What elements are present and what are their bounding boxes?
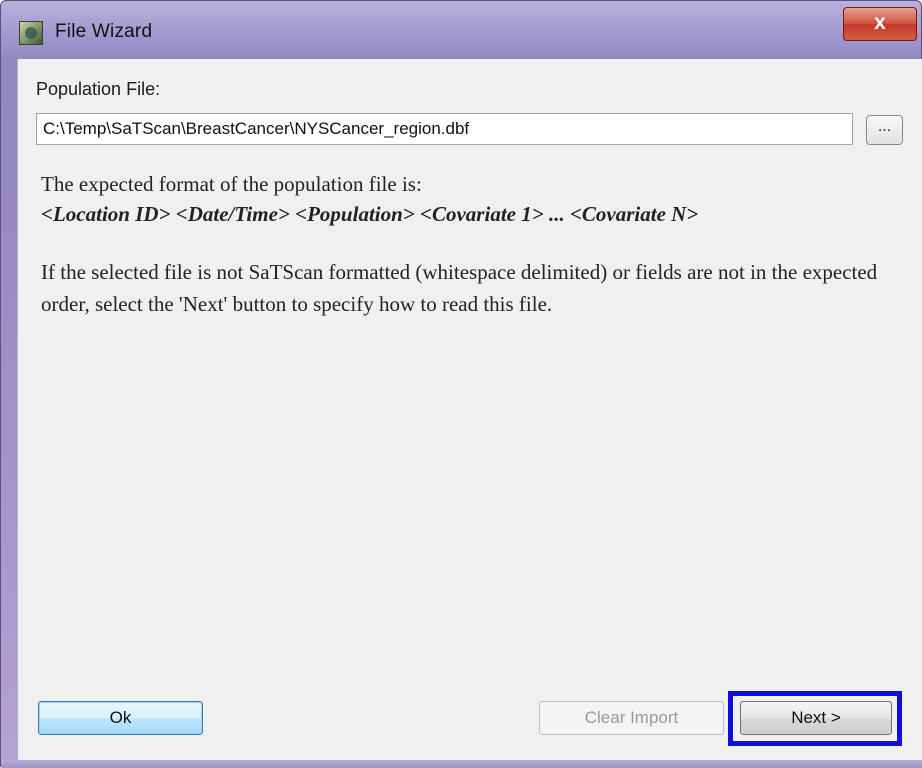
ok-button[interactable]: Ok: [38, 701, 203, 735]
expected-format-text: The expected format of the population fi…: [41, 169, 901, 229]
dialog-body: Population File: ... The expected format…: [17, 59, 922, 760]
population-file-input[interactable]: [36, 113, 853, 145]
format-spec: <Location ID> <Date/Time> <Population> <…: [41, 202, 699, 226]
population-file-label: Population File:: [36, 79, 161, 99]
file-wizard-window: File Wizard x Population File: ... The e…: [0, 0, 922, 768]
close-button[interactable]: x: [843, 7, 917, 41]
window-title: File Wizard: [55, 21, 153, 42]
app-icon: [19, 21, 43, 45]
expected-format-intro: The expected format of the population fi…: [41, 172, 422, 196]
title-bar[interactable]: File Wizard x: [1, 1, 921, 59]
browse-button[interactable]: ...: [866, 115, 903, 145]
help-text: If the selected file is not SaTScan form…: [41, 260, 878, 316]
clear-import-button[interactable]: Clear Import: [539, 701, 724, 735]
next-button[interactable]: Next >: [740, 701, 892, 735]
